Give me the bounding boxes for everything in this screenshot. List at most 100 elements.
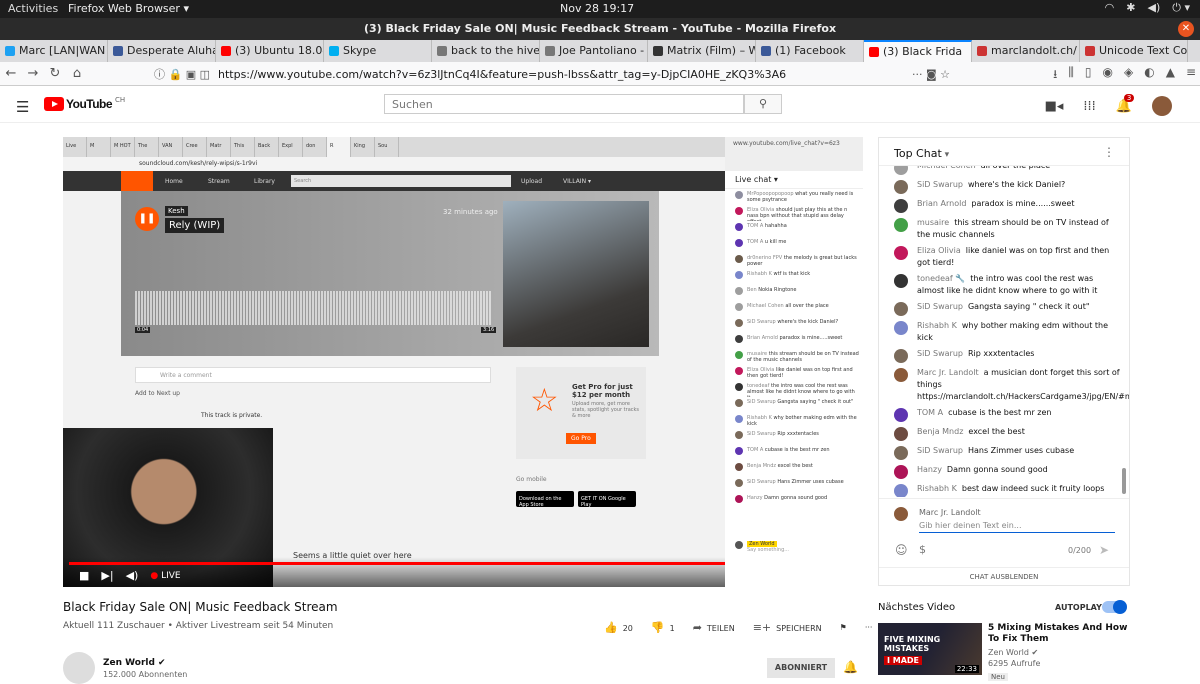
chat-author[interactable]: Hanzy [917,465,942,474]
browser-tab[interactable]: Matrix (Film) – W [648,40,756,62]
notifications-icon[interactable]: 🔔 3 [1116,93,1135,114]
chat-message[interactable]: Benja Mndz excel the best [879,426,1129,441]
fullscreen-icon[interactable]: ⛶ [836,568,844,582]
channel-name[interactable]: Zen World ✔ [103,658,166,668]
live-badge[interactable]: LIVE [150,571,181,581]
emoji-icon[interactable]: ☺ [895,543,908,557]
video-player[interactable]: Live M M HOT The VAN Cree Matr This Back Expl don R… [63,137,863,587]
extension-icon[interactable]: ◈ [1124,65,1133,86]
browser-tab[interactable]: (3) Ubuntu 18.04 [216,40,324,62]
chat-author[interactable]: Brian Arnold [917,199,966,208]
more-icon[interactable]: ··· [865,623,873,632]
extension2-icon[interactable]: ◐ [1144,65,1154,86]
chat-message[interactable]: musaire this stream should be on TV inste… [879,217,1129,241]
subscribe-button[interactable]: ABONNIERT [767,658,835,678]
save-button[interactable]: ≡+ SPEICHERN [753,621,822,634]
chat-author[interactable]: tonedeaf 🔧 [917,274,965,283]
browser-tab[interactable]: (3) Black Frida [864,40,972,62]
chat-message[interactable]: tonedeaf 🔧 the intro was cool the rest wa… [879,273,1129,297]
dislike-button[interactable]: 👎 1 [651,621,675,634]
browser-tab[interactable]: Marc [LAN|WAN [0,40,108,62]
library-icon[interactable]: ⫼ [1068,65,1074,86]
chat-message[interactable]: SiD Swarup where's the kick Daniel? [879,179,1129,194]
url-text[interactable]: https://www.youtube.com/watch?v=6z3lJtnC… [218,68,786,81]
chat-author[interactable]: TOM A [917,408,943,417]
chat-author[interactable]: Rishabh K [917,484,957,493]
chat-message[interactable]: Rishabh K best daw indeed suck it fruity … [879,483,1129,497]
more-vert-icon[interactable]: ⋮ [1103,145,1115,159]
chat-author[interactable]: musaire [917,218,949,227]
chat-message[interactable]: SiD Swarup Rip xxxtentacles [879,348,1129,363]
stop-icon[interactable]: ■ [79,569,89,582]
theater-icon[interactable]: ▭ [813,568,823,582]
next-icon[interactable]: ▶| [101,569,113,582]
chat-message[interactable]: Marc Jr. Landolt a musician dont forget t… [879,367,1129,403]
create-video-icon[interactable]: ■◂ [1045,99,1064,114]
chat-author[interactable]: Rishabh K [917,321,957,330]
chat-author[interactable]: Marc Jr. Landolt [917,368,979,377]
browser-tab[interactable]: Joe Pantoliano - [540,40,648,62]
share-button[interactable]: ➦ TEILEN [693,621,735,634]
search-input[interactable]: Suchen [384,94,744,114]
search-button[interactable]: ⚲ [744,94,782,114]
browser-tab[interactable]: (1) Facebook [756,40,864,62]
chat-author[interactable]: Eliza Olivia [917,246,961,255]
menu-icon[interactable]: ≡ [1186,65,1196,86]
chat-author[interactable]: Michael Cohen [917,166,976,170]
apps-icon[interactable]: ⁞⁞⁞ [1083,99,1095,114]
youtube-logo[interactable]: YouTube CH [44,96,125,111]
chat-author[interactable]: SiD Swarup [917,446,963,455]
account-icon[interactable]: ◉ [1103,65,1113,86]
superchat-icon[interactable]: $ [919,543,926,556]
url-bar[interactable]: ⓘ 🔒 ▣ ◫ https://www.youtube.com/watch?v=… [148,64,958,84]
site-info-icon[interactable]: ⓘ 🔒 ▣ ◫ [154,66,210,82]
guide-menu-icon[interactable]: ☰ [16,98,29,116]
chat-message[interactable]: Eliza Olivia like daniel was on top first… [879,245,1129,269]
window-close-icon[interactable]: ✕ [1178,21,1194,37]
browser-tab[interactable]: Unicode Text Co [1080,40,1188,62]
chat-message[interactable]: Michael Cohen all over the place [879,166,1129,175]
page-actions-icon[interactable]: ··· ◙ ☆ [912,68,950,81]
account-avatar[interactable] [1152,96,1172,116]
download-icon[interactable]: ⭳ [1053,65,1057,86]
activities-button[interactable]: Activities [8,2,58,15]
back-icon[interactable]: ← [0,66,22,81]
clock[interactable]: Nov 28 19:17 [560,2,634,15]
chat-scrollbar[interactable] [1122,468,1126,494]
settings-icon[interactable]: ⚙ [769,568,779,582]
browser-tab[interactable]: back to the hive [432,40,540,62]
app-menu[interactable]: Firefox Web Browser ▾ [68,2,189,15]
chat-author[interactable]: SiD Swarup [917,180,963,189]
miniplayer-icon[interactable]: ▣ [791,568,801,582]
top-chat-dropdown[interactable]: Top Chat [894,147,949,160]
browser-tab[interactable]: Desperate Aluha [108,40,216,62]
chat-message[interactable]: TOM A cubase is the best mr zen [879,407,1129,422]
chat-author[interactable]: SiD Swarup [917,349,963,358]
like-button[interactable]: 👍 20 [604,621,633,634]
volume-icon[interactable]: ◀) [126,569,139,582]
chat-message[interactable]: Rishabh Kwhy bother making edm without t… [879,320,1129,344]
system-tray[interactable]: ◠ ✱ ◀) ⏻ ▾ [1105,1,1190,15]
channel-avatar[interactable] [63,652,95,684]
hide-chat-button[interactable]: CHAT AUSBLENDEN [879,567,1129,586]
home-icon[interactable]: ⌂ [66,66,88,81]
chat-message[interactable]: Brian Arnold paradox is mine......sweet [879,198,1129,213]
next-video-title[interactable]: 5 Mixing Mistakes And How To Fix Them [988,623,1138,645]
chat-author[interactable]: Benja Mndz [917,427,963,436]
browser-tab[interactable]: Skype [324,40,432,62]
progress-bar[interactable] [69,562,725,565]
send-icon[interactable]: ➤ [1099,543,1109,557]
autoplay-toggle[interactable] [1102,600,1127,614]
chat-author[interactable]: SiD Swarup [917,302,963,311]
browser-tab[interactable]: marclandolt.ch/ [972,40,1080,62]
report-icon[interactable]: ⚑ [840,623,847,632]
chat-message[interactable]: Hanzy Damn gonna sound good [879,464,1129,479]
chat-message[interactable]: SiD Swarup Hans Zimmer uses cubase [879,445,1129,460]
chat-input[interactable]: Gib hier deinen Text ein... [919,521,1115,533]
chat-message[interactable]: SiD Swarup Gangsta saying " check it out" [879,301,1129,316]
next-video-thumbnail[interactable]: FIVE MIXING MISTAKES I MADE 22:33 [878,623,982,675]
next-video-info[interactable]: 5 Mixing Mistakes And How To Fix Them Ze… [988,623,1138,682]
notify-bell-icon[interactable]: 🔔 [843,660,858,674]
sidebar-icon[interactable]: ▯ [1085,65,1092,86]
extension3-icon[interactable]: ▲ [1166,65,1175,86]
